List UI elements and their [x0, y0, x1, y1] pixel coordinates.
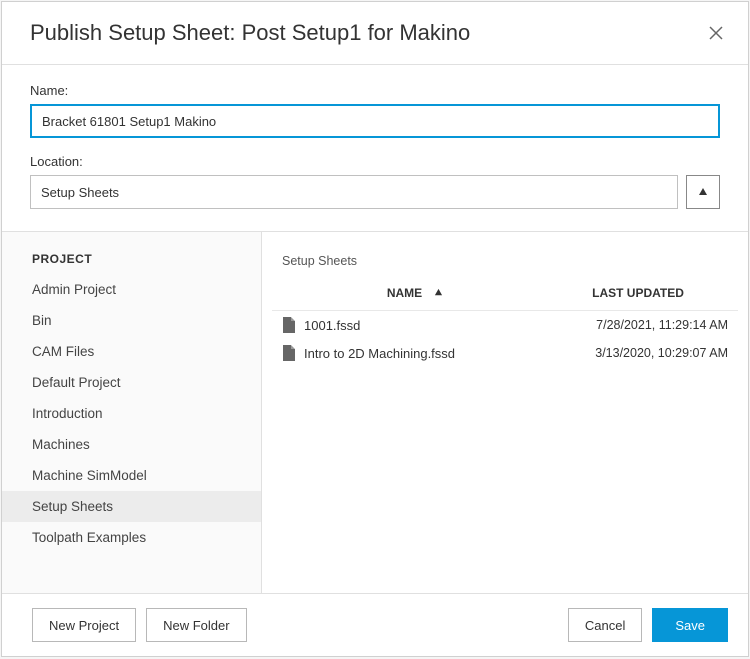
project-sidebar: PROJECT Admin Project Bin CAM Files Defa…: [2, 232, 262, 593]
file-name: Intro to 2D Machining.fssd: [304, 346, 455, 361]
sidebar-heading: PROJECT: [2, 252, 261, 274]
table-row[interactable]: Intro to 2D Machining.fssd 3/13/2020, 10…: [272, 339, 738, 367]
location-input[interactable]: [30, 175, 678, 209]
file-name: 1001.fssd: [304, 318, 360, 333]
file-browser: PROJECT Admin Project Bin CAM Files Defa…: [2, 232, 748, 594]
file-updated: 7/28/2021, 11:29:14 AM: [548, 318, 728, 332]
new-project-button[interactable]: New Project: [32, 608, 136, 642]
new-folder-button[interactable]: New Folder: [146, 608, 246, 642]
file-icon: [282, 317, 296, 333]
table-row[interactable]: 1001.fssd 7/28/2021, 11:29:14 AM: [272, 311, 738, 339]
sort-ascending-icon: [434, 286, 443, 300]
dialog-title: Publish Setup Sheet: Post Setup1 for Mak…: [30, 20, 470, 46]
sidebar-item-machines[interactable]: Machines: [2, 429, 261, 460]
sidebar-item-default-project[interactable]: Default Project: [2, 367, 261, 398]
file-table: NAME LAST UPDATED: [262, 276, 748, 593]
name-label: Name:: [30, 83, 720, 98]
content-pane: Setup Sheets NAME LAST UPDATED: [262, 232, 748, 593]
file-updated: 3/13/2020, 10:29:07 AM: [548, 346, 728, 360]
sidebar-item-cam-files[interactable]: CAM Files: [2, 336, 261, 367]
form-area: Name: Location:: [2, 65, 748, 232]
breadcrumb: Setup Sheets: [262, 232, 748, 276]
sidebar-item-machine-simmodel[interactable]: Machine SimModel: [2, 460, 261, 491]
table-header: NAME LAST UPDATED: [272, 276, 738, 311]
cancel-button[interactable]: Cancel: [568, 608, 642, 642]
sidebar-item-admin-project[interactable]: Admin Project: [2, 274, 261, 305]
file-icon: [282, 345, 296, 361]
dialog-footer: New Project New Folder Cancel Save: [2, 594, 748, 656]
column-name-label: NAME: [387, 286, 422, 300]
triangle-up-icon: [698, 187, 708, 197]
column-name-header[interactable]: NAME: [282, 286, 548, 300]
save-button[interactable]: Save: [652, 608, 728, 642]
location-collapse-button[interactable]: [686, 175, 720, 209]
name-input[interactable]: [30, 104, 720, 138]
sidebar-item-toolpath-examples[interactable]: Toolpath Examples: [2, 522, 261, 553]
dialog-header: Publish Setup Sheet: Post Setup1 for Mak…: [2, 2, 748, 65]
sidebar-item-bin[interactable]: Bin: [2, 305, 261, 336]
sidebar-item-setup-sheets[interactable]: Setup Sheets: [2, 491, 261, 522]
column-updated-header[interactable]: LAST UPDATED: [548, 286, 728, 300]
sidebar-item-introduction[interactable]: Introduction: [2, 398, 261, 429]
column-updated-label: LAST UPDATED: [592, 286, 684, 300]
location-label: Location:: [30, 154, 720, 169]
close-icon[interactable]: [708, 25, 724, 41]
publish-dialog: Publish Setup Sheet: Post Setup1 for Mak…: [1, 1, 749, 657]
